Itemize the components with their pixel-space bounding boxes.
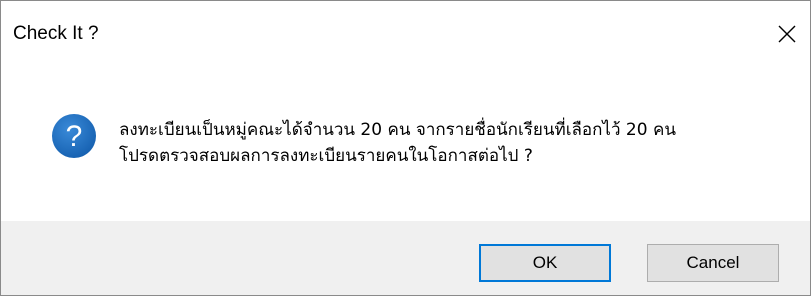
cancel-button[interactable]: Cancel (647, 244, 779, 282)
ok-button[interactable]: OK (479, 244, 611, 282)
svg-text:?: ? (66, 120, 83, 153)
close-icon (778, 25, 796, 43)
dialog-title: Check It ? (13, 23, 99, 44)
title-bar: Check It ? (1, 1, 810, 65)
question-icon: ? (52, 114, 96, 158)
dialog-content: ? ลงทะเบียนเป็นหมู่คณะได้จำนวน 20 คน จาก… (1, 65, 810, 221)
close-button[interactable] (764, 11, 810, 57)
message-dialog: Check It ? ? ลงทะเบียนเป็นหมู่คณะได้จำนว… (0, 0, 811, 296)
message-line-1: ลงทะเบียนเป็นหมู่คณะได้จำนวน 20 คน จากรา… (119, 120, 676, 140)
dialog-message: ลงทะเบียนเป็นหมู่คณะได้จำนวน 20 คน จากรา… (119, 117, 799, 169)
message-line-2: โปรดตรวจสอบผลการลงทะเบียนรายคนในโอกาสต่อ… (119, 146, 533, 166)
button-bar: OK Cancel (1, 221, 810, 295)
